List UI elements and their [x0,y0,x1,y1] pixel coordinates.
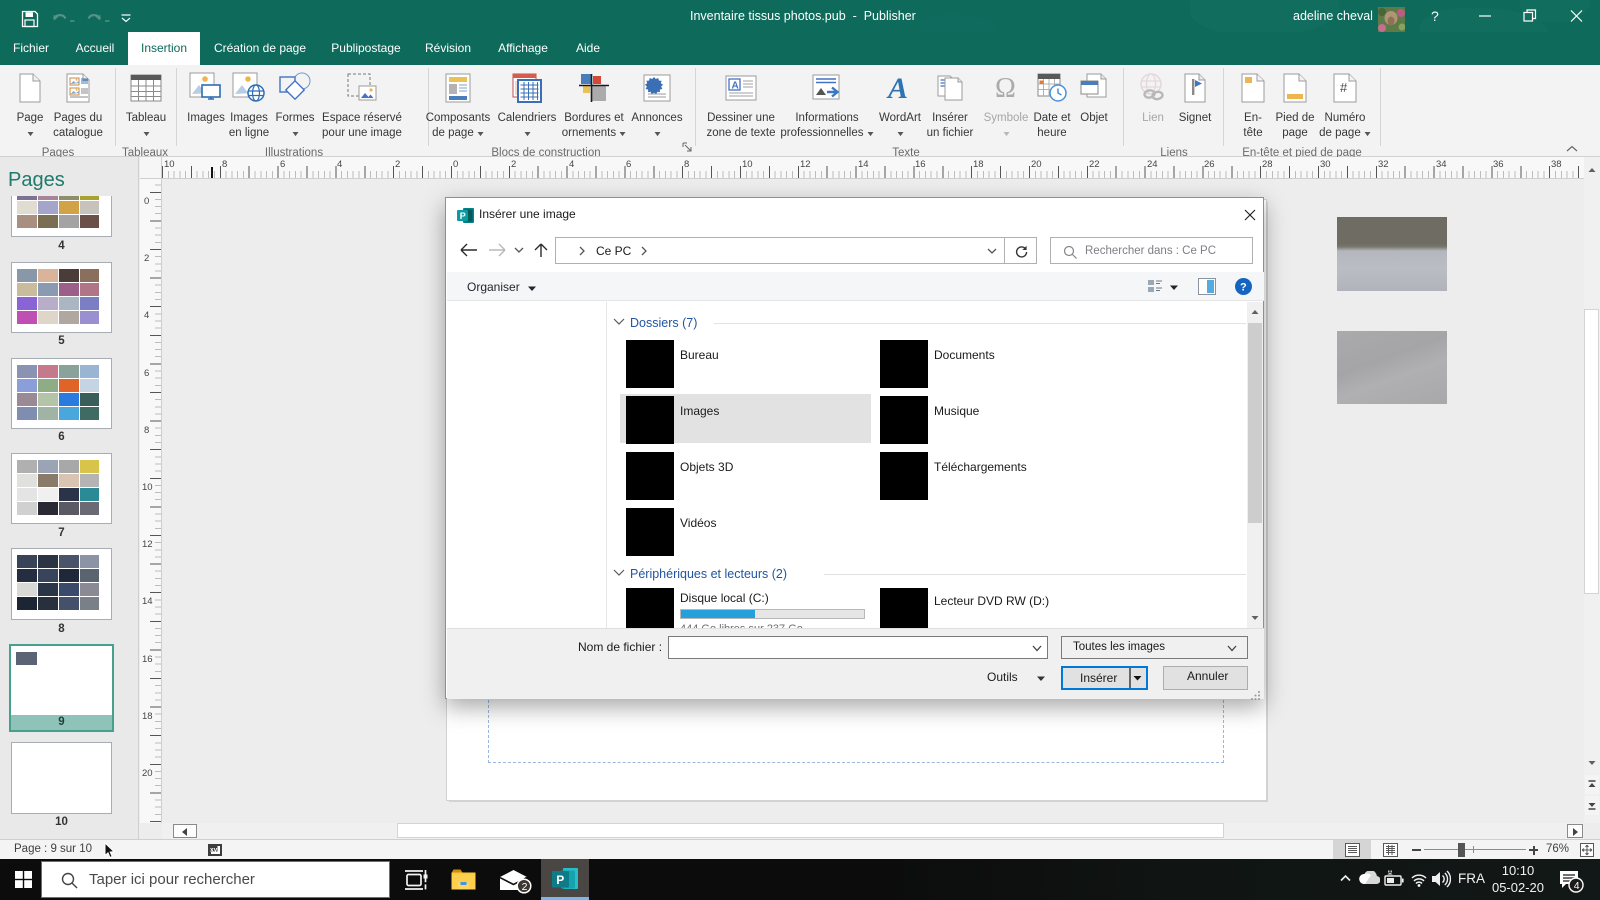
svg-text:#: # [1340,80,1348,95]
svg-text:P: P [556,873,564,887]
svg-text:xy: xy [210,847,218,854]
svg-text:2: 2 [522,881,528,893]
svg-text:P: P [460,211,466,221]
svg-text:4: 4 [1574,880,1580,892]
svg-text:?: ? [1240,282,1247,294]
svg-text:A: A [732,81,739,92]
